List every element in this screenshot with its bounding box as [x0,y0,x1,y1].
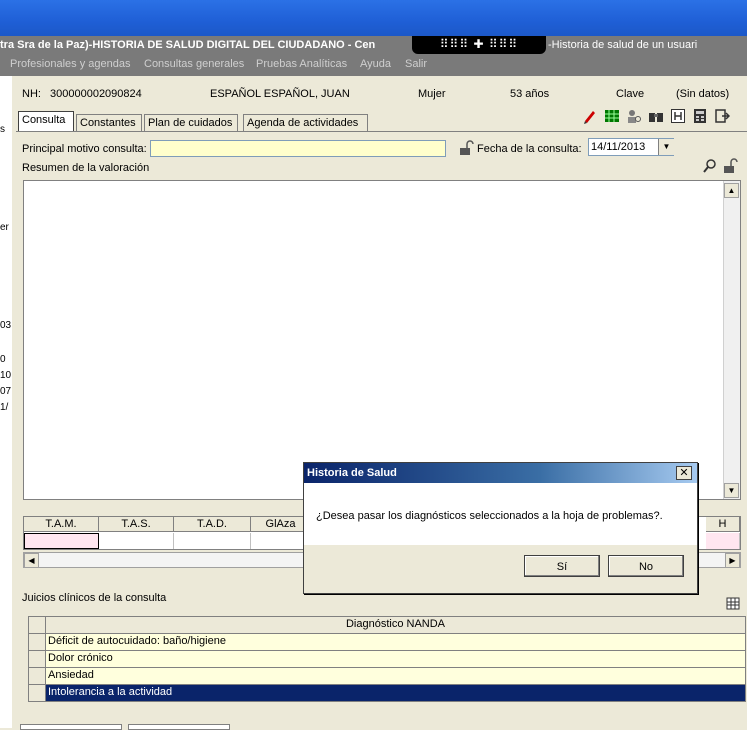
table-row[interactable]: Dolor crónico [29,651,745,668]
left-stub-text: 0 [0,354,6,365]
menu-salir[interactable]: Salir [405,58,427,70]
main-panel: NH: 300000002090824 ESPAÑOL ESPAÑOL, JUA… [16,76,747,730]
row-selector[interactable] [29,634,46,650]
close-icon[interactable]: ✕ [676,466,692,480]
bottom-tab[interactable] [20,724,122,730]
scroll-down-icon[interactable]: ▼ [724,483,739,498]
fecha-label: Fecha de la consulta: [477,143,582,155]
tab-constantes[interactable]: Constantes [76,114,142,131]
chevron-down-icon[interactable]: ▼ [658,139,674,155]
left-stub-text: 1/ [0,402,9,413]
vertical-scrollbar[interactable]: ▲ ▼ [723,181,740,499]
nanda-diagnosis: Intolerancia a la actividad [48,686,173,698]
grid-header: GlAza [251,517,311,532]
unlock-icon[interactable] [458,140,474,156]
dialog-message: ¿Desea pasar los diagnósticos selecciona… [316,510,663,522]
resumen-label: Resumen de la valoración [22,162,150,174]
grid-cell[interactable] [706,533,740,549]
juicios-label: Juicios clínicos de la consulta [22,592,167,604]
resumen-textarea[interactable]: ▲ ▼ [23,180,741,500]
clave-value: (Sin datos) [676,88,730,100]
tab-divider [16,131,747,132]
pencil-icon[interactable] [582,108,598,124]
grid-cell[interactable] [251,533,311,549]
table-settings-icon[interactable] [726,594,740,610]
grid-header: T.A.D. [174,517,251,532]
menu-pruebas[interactable]: Pruebas Analíticas [256,58,347,70]
nanda-diagnosis: Ansiedad [48,669,94,681]
left-stub-text: 10 [0,370,12,381]
tab-agenda-actividades[interactable]: Agenda de actividades [243,114,368,131]
unlock-icon[interactable] [722,158,738,174]
clave-label: Clave [616,88,645,100]
table-row[interactable]: Déficit de autocuidado: baño/higiene [29,634,745,651]
remote-control-bar[interactable]: ⠿⠿⠿ ✚ ⠿⠿⠿ [412,36,546,54]
dialog-title: Historia de Salud [304,463,697,483]
scroll-up-icon[interactable]: ▲ [724,183,739,198]
row-selector[interactable] [29,685,46,701]
confirm-dialog: Historia de Salud ✕ ¿Desea pasar los dia… [303,462,698,594]
table-row[interactable]: Ansiedad [29,668,745,685]
window-title: tra Sra de la Paz)-HISTORIA DE SALUD DIG… [0,39,376,51]
nanda-diagnosis: Dolor crónico [48,652,113,664]
left-stub-text: s [0,124,5,135]
patient-name: ESPAÑOL ESPAÑOL, JUAN [210,88,350,100]
grid-header: H [706,517,740,532]
scroll-right-icon[interactable]: ▶ [725,553,740,568]
left-stub-text: 07 [0,386,12,397]
scroll-left-icon[interactable]: ◀ [24,553,39,568]
menu-profesionales[interactable]: Profesionales y agendas [10,58,130,70]
nh-label: NH: [22,88,41,100]
tab-consulta[interactable]: Consulta [18,111,74,132]
grid-cell[interactable] [174,533,251,549]
grid-green-icon[interactable] [604,108,620,124]
menu-consultas[interactable]: Consultas generales [144,58,244,70]
binoculars-icon[interactable] [648,108,664,124]
yes-button[interactable]: Sí [524,555,600,577]
zoom-icon[interactable] [702,158,718,174]
motivo-label: Principal motivo consulta: [22,143,147,155]
motivo-input[interactable] [150,140,446,157]
grid-cell[interactable] [24,533,99,549]
left-stub-text: 03 [0,320,12,331]
taskbar-top [0,0,747,36]
menu-bar: Profesionales y agendas Consultas genera… [0,54,747,76]
table-row-selected[interactable]: Intolerancia a la actividad [29,685,745,702]
row-selector[interactable] [29,651,46,667]
menu-ayuda[interactable]: Ayuda [360,58,391,70]
nanda-diagnosis: Déficit de autocuidado: baño/higiene [48,635,226,647]
tab-plan-cuidados[interactable]: Plan de cuidados [144,114,238,131]
patient-age: 53 años [510,88,550,100]
person-search-icon[interactable] [626,108,642,124]
grid-cell[interactable] [99,533,174,549]
nanda-header: Diagnóstico NANDA [345,618,446,630]
exit-door-icon[interactable] [714,108,730,124]
dialog-body: ¿Desea pasar los diagnósticos selecciona… [304,483,697,545]
table-header-row: Diagnóstico NANDA [29,617,745,634]
row-selector [29,617,46,633]
bottom-tab[interactable] [128,724,230,730]
nh-value: 300000002090824 [50,88,142,100]
grid-header: T.A.S. [99,517,174,532]
calculator-icon[interactable] [692,108,708,124]
window-title-right: -Historia de salud de un usuari [548,39,698,51]
left-stub-text: er [0,222,9,233]
grid-header: T.A.M. [24,517,99,532]
patient-sex: Mujer [418,88,446,100]
row-selector[interactable] [29,668,46,684]
h-box-icon[interactable] [670,108,686,124]
nanda-table: Diagnóstico NANDA Déficit de autocuidado… [28,616,746,702]
no-button[interactable]: No [608,555,684,577]
window-titlebar: tra Sra de la Paz)-HISTORIA DE SALUD DIG… [0,36,747,54]
